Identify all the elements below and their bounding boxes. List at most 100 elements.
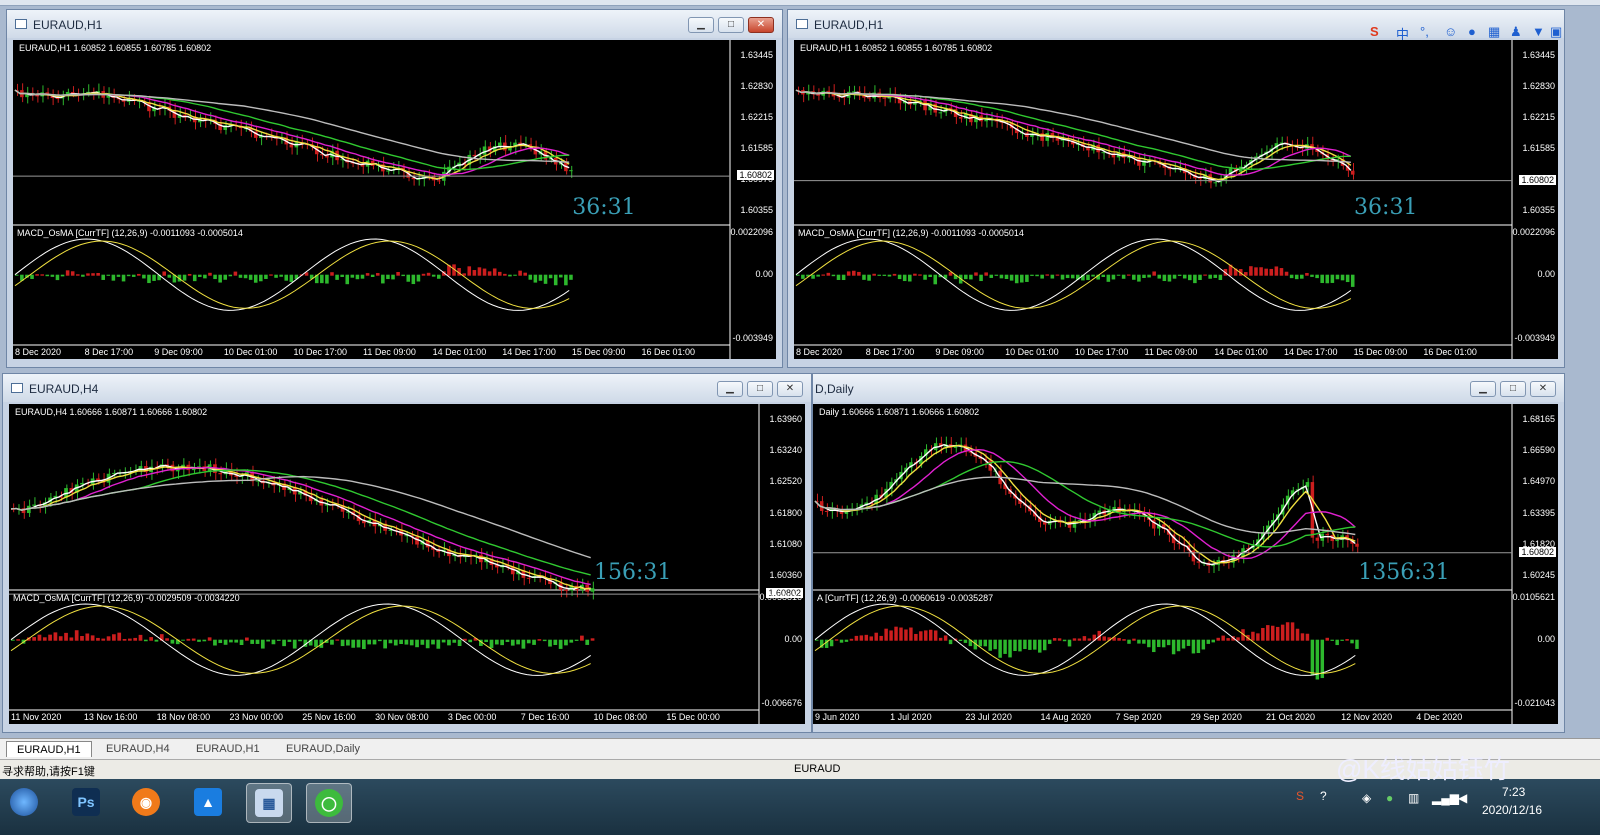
maximize-button[interactable]: □ (1500, 381, 1526, 397)
status-help-text: 寻求帮助,请按F1键 (2, 766, 95, 778)
ma-white-line (14, 89, 570, 180)
clock-time[interactable]: 7:23 (1502, 785, 1525, 799)
chart-plot-area[interactable]: Daily 1.60666 1.60871 1.60666 1.60802 1.6… (813, 404, 1558, 724)
start-button[interactable] (2, 783, 46, 821)
microphone-icon[interactable]: ● (1468, 24, 1476, 39)
window-title: EURAUD,H1 (814, 18, 884, 32)
macd-axis-label: 0.00 (1537, 268, 1555, 279)
volume-tray-icon[interactable]: ◀ (1458, 791, 1467, 805)
candles (15, 83, 573, 187)
chart-info-line: Daily 1.60666 1.60871 1.60666 1.60802 (819, 407, 980, 417)
window-titlebar[interactable]: EURAUD,H1 ▁ □ ✕ (7, 10, 782, 38)
clock-date[interactable]: 2020/12/16 (1482, 803, 1542, 817)
time-axis-label: 11 Dec 09:00 (1144, 347, 1198, 357)
time-axis-label: 14 Dec 17:00 (1283, 347, 1338, 357)
time-axis-label: 23 Nov 00:00 (229, 712, 283, 722)
taskbar-wechat[interactable]: ◯ (306, 783, 352, 823)
chart-window-icon (15, 19, 27, 29)
time-axis-label: 9 Dec 09:00 (154, 347, 203, 357)
price-axis-label: 1.61080 (769, 538, 802, 549)
candle-countdown: 36:31 (1354, 195, 1418, 220)
minimize-button[interactable]: ▁ (1470, 381, 1496, 397)
toolbox-icon[interactable]: ▣ (1550, 24, 1562, 40)
price-axis-label: 1.63960 (769, 414, 802, 424)
price-axis-label: 1.61585 (1522, 143, 1555, 153)
tab-euraud-h1-2[interactable]: EURAUD,H1 (186, 741, 270, 757)
time-axis-label: 10 Dec 17:00 (1074, 347, 1129, 357)
sogou-ime-icon[interactable]: S (1370, 24, 1379, 39)
taskbar-app-blue[interactable]: ▲ (186, 783, 230, 821)
window-titlebar[interactable]: EURAUD,H1 S 中 °, ☺ ● ▦ ♟ ▼ ▣ (788, 10, 1564, 42)
tab-euraud-daily[interactable]: EURAUD,Daily (276, 741, 370, 757)
price-axis-label: 1.64970 (1522, 476, 1555, 487)
user-icon[interactable]: ♟ (1510, 24, 1522, 40)
candles (796, 84, 1355, 189)
chart-plot-area[interactable]: EURAUD,H1 1.60852 1.60855 1.60785 1.6080… (794, 40, 1558, 359)
photoshop-icon: Ps (72, 788, 100, 816)
network-tray-icon[interactable]: ▥ (1408, 791, 1419, 805)
keyboard-icon[interactable]: ▦ (1488, 24, 1500, 40)
shield-tray-icon[interactable]: ◈ (1362, 791, 1371, 805)
macd-axis-label: 0.00 (755, 268, 773, 279)
time-axis-label: 12 Nov 2020 (1341, 712, 1393, 722)
chart-plot-area[interactable]: EURAUD,H1 1.60852 1.60855 1.60785 1.6080… (13, 40, 776, 359)
watermark-text: @K线姑姑钰竹 (1336, 754, 1510, 784)
time-axis-label: 11 Nov 2020 (11, 712, 62, 722)
window-titlebar[interactable]: EURAUD,H4 ▁ □ ✕ (3, 374, 811, 402)
time-axis-label: 16 Dec 01:00 (641, 347, 696, 357)
macd-axis-label: 0.0105621 (1512, 592, 1555, 602)
maximize-button[interactable]: □ (747, 381, 773, 397)
wechat-tray-icon[interactable]: ● (1386, 791, 1393, 805)
time-axis-label: 23 Jul 2020 (965, 712, 1012, 722)
tab-euraud-h4[interactable]: EURAUD,H4 (96, 741, 180, 757)
price-axis-label: 1.62830 (740, 81, 773, 91)
chart-window-euraud-h1-2[interactable]: EURAUD,H1 S 中 °, ☺ ● ▦ ♟ ▼ ▣ EURAUD,H1 1… (787, 9, 1565, 368)
signal-tray-icon[interactable]: ▂▄▆ (1432, 791, 1459, 805)
current-price-label: 1.60802 (1519, 174, 1556, 185)
window-titlebar[interactable]: D,Daily ▁ □ ✕ (813, 374, 1564, 402)
time-axis-label: 15 Dec 09:00 (1353, 347, 1408, 357)
punctuation-icon[interactable]: °, (1420, 24, 1429, 39)
close-button[interactable]: ✕ (748, 17, 774, 33)
time-axis-label: 14 Dec 01:00 (432, 347, 487, 357)
close-button[interactable]: ✕ (777, 381, 803, 397)
emoji-icon[interactable]: ☺ (1444, 24, 1457, 39)
taskbar: Ps ◉ ▲ ▦ ◯ @K线姑姑钰竹 S ? ◈ ● ▥ ▂▄▆ ◀ 7:23 … (0, 754, 1600, 835)
price-axis-label: 1.60355 (1522, 205, 1555, 215)
time-axis-label: 1 Jul 2020 (890, 712, 932, 722)
time-axis-label: 7 Dec 16:00 (520, 712, 570, 722)
time-axis-label: 10 Dec 01:00 (1005, 347, 1059, 357)
taskbar-app-orange[interactable]: ◉ (124, 783, 168, 821)
chart-window-euraud-h4[interactable]: EURAUD,H4 ▁ □ ✕ EURAUD,H4 1.60666 1.6087… (2, 373, 812, 733)
time-axis-label: 14 Dec 17:00 (502, 347, 556, 357)
minimize-button[interactable]: ▁ (688, 17, 714, 33)
wechat-icon: ◯ (315, 789, 343, 817)
time-axis-label: 3 Dec 00:00 (447, 712, 497, 722)
chart-plot-area[interactable]: EURAUD,H4 1.60666 1.60871 1.60666 1.6080… (9, 404, 805, 724)
close-button[interactable]: ✕ (1530, 381, 1556, 397)
window-title: EURAUD,H1 (33, 18, 103, 32)
price-axis-label: 1.63445 (1522, 50, 1555, 60)
chart-canvas (13, 40, 731, 359)
ma-magenta-line (814, 448, 1356, 560)
time-axis-label: 8 Dec 17:00 (865, 347, 915, 357)
taskbar-photoshop[interactable]: Ps (64, 783, 108, 821)
time-axis-label: 11 Dec 09:00 (363, 347, 416, 357)
chart-window-icon (796, 19, 808, 29)
chart-window-euraud-h1[interactable]: EURAUD,H1 ▁ □ ✕ EURAUD,H1 1.60852 1.6085… (6, 9, 783, 368)
macd-axis-label: -0.003949 (1514, 333, 1555, 343)
sogou-tray-icon[interactable]: S (1296, 789, 1304, 803)
skin-icon[interactable]: ▼ (1532, 24, 1545, 39)
maximize-button[interactable]: □ (718, 17, 744, 33)
price-axis-label: 1.62215 (740, 112, 773, 122)
tab-euraud-h1[interactable]: EURAUD,H1 (6, 741, 92, 757)
macd-histogram (15, 264, 573, 286)
help-tray-icon[interactable]: ? (1320, 789, 1327, 803)
chart-window-icon (11, 383, 23, 393)
minimize-button[interactable]: ▁ (717, 381, 743, 397)
metatrader-icon: ▦ (255, 789, 283, 817)
taskbar-metatrader[interactable]: ▦ (246, 783, 292, 823)
chart-window-euraud-daily[interactable]: D,Daily ▁ □ ✕ Daily 1.60666 1.60871 1.60… (812, 373, 1565, 733)
chart-info-line: EURAUD,H4 1.60666 1.60871 1.60666 1.6080… (15, 407, 208, 417)
macd-axis-label: -0.003949 (732, 333, 773, 343)
